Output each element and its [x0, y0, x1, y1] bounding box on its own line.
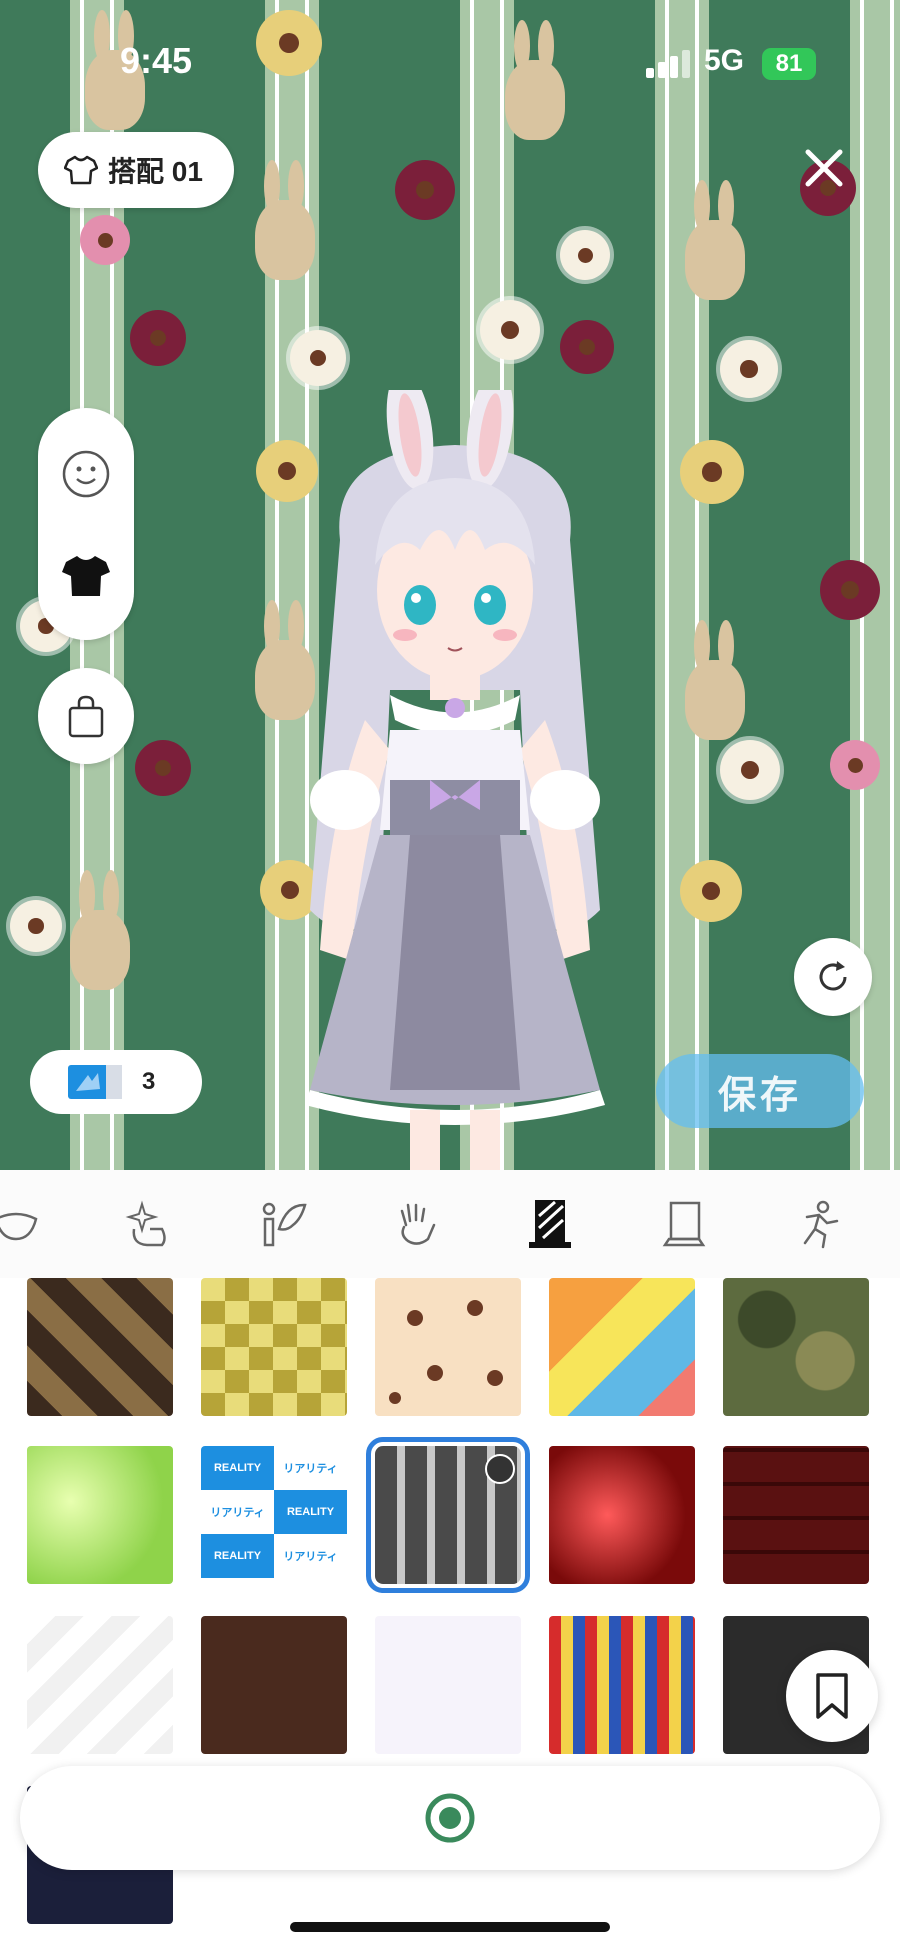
outfit-label: 搭配 01	[108, 156, 203, 187]
flower-decoration	[680, 860, 742, 922]
grid-item-bunny-stripes[interactable]	[366, 1437, 530, 1593]
grid-item-circus-stripes[interactable]	[549, 1616, 695, 1754]
signal-icon	[646, 50, 690, 78]
side-menu	[38, 408, 134, 640]
grid-item-green-bokeh[interactable]	[27, 1446, 173, 1584]
flower-decoration	[720, 340, 778, 398]
reality-label: REALITY	[201, 1534, 274, 1578]
close-icon	[805, 149, 843, 187]
bunny-decoration	[250, 160, 320, 280]
flower-decoration	[395, 160, 455, 220]
paw-icon	[389, 1300, 503, 1404]
hand-icon	[400, 1203, 436, 1245]
record-icon[interactable]	[424, 1792, 476, 1844]
flower-decoration	[560, 230, 610, 280]
flower-decoration	[290, 330, 346, 386]
battery-indicator: 81	[762, 48, 816, 80]
avatar-character	[305, 390, 605, 1170]
flower-decoration	[135, 740, 191, 796]
ticket-icon	[68, 1065, 122, 1099]
wings-icon	[262, 1202, 307, 1247]
bunny-decoration	[680, 620, 750, 740]
grid-item-dark-frames[interactable]	[723, 1446, 869, 1584]
flower-decoration	[720, 740, 780, 800]
tab-wings[interactable]	[250, 1192, 314, 1256]
grid-item-red-bokeh[interactable]	[549, 1446, 695, 1584]
rotate-button[interactable]	[794, 938, 872, 1016]
flower-decoration	[680, 440, 744, 504]
grid-item-medical[interactable]	[27, 1616, 173, 1754]
network-label: 5G	[704, 44, 745, 77]
reality-label: リアリティ	[283, 1463, 338, 1475]
shirt-icon	[62, 556, 110, 596]
sparkle-hand-icon	[125, 1200, 166, 1247]
bookmark-icon	[816, 1673, 848, 1719]
reality-label: リアリティ	[210, 1507, 265, 1519]
grid-item-argyle[interactable]	[27, 1278, 173, 1416]
pose-icon	[803, 1200, 839, 1249]
flower-decoration	[830, 740, 880, 790]
clothing-button[interactable]	[38, 528, 134, 624]
mouth-icon	[0, 1212, 38, 1241]
bookmark-button[interactable]	[786, 1650, 878, 1742]
tab-background[interactable]	[518, 1192, 582, 1256]
grid-item-reality-logo[interactable]: REALITY リアリティ リアリティ REALITY REALITY リアリテ…	[201, 1446, 347, 1584]
grid-item-triangles[interactable]	[549, 1278, 695, 1416]
face-button[interactable]	[38, 426, 134, 522]
shirt-icon	[64, 155, 98, 185]
status-bar: 9:45 5G 81	[0, 0, 900, 120]
ticket-counter[interactable]: 3	[30, 1050, 202, 1114]
stand-icon	[662, 1201, 706, 1247]
tab-effect[interactable]	[115, 1192, 179, 1256]
flower-decoration	[560, 320, 614, 374]
category-tabs	[0, 1170, 900, 1279]
close-button[interactable]	[796, 140, 852, 196]
flower-decoration	[10, 900, 62, 952]
flower-decoration	[80, 215, 130, 265]
tab-hand[interactable]	[385, 1192, 449, 1256]
grid-item-paw-prints[interactable]	[375, 1278, 521, 1416]
shop-button[interactable]	[38, 668, 134, 764]
smiley-icon	[62, 450, 110, 498]
tab-stand[interactable]	[652, 1192, 716, 1256]
background-icon	[529, 1200, 571, 1248]
reality-label: リアリティ	[283, 1551, 338, 1563]
grid-item-camouflage[interactable]	[723, 1278, 869, 1416]
outfit-selector[interactable]: 搭配 01	[38, 132, 234, 208]
grid-item-curio-shelf[interactable]	[201, 1616, 347, 1754]
bottom-action-bar	[20, 1766, 880, 1870]
reality-label: REALITY	[274, 1490, 347, 1534]
tab-face[interactable]	[0, 1192, 48, 1256]
flower-decoration	[130, 310, 186, 366]
rotate-icon	[819, 961, 847, 991]
save-button[interactable]: 保存	[656, 1054, 864, 1128]
shopping-bag-icon	[68, 695, 104, 738]
camera-icon	[485, 1454, 515, 1484]
bunny-decoration	[680, 180, 750, 300]
status-time: 9:45	[120, 40, 193, 81]
grid-item-yellow-check[interactable]	[201, 1278, 347, 1416]
flower-decoration	[820, 560, 880, 620]
reality-label: REALITY	[201, 1446, 274, 1490]
grid-item-game-pastel[interactable]	[375, 1616, 521, 1754]
ticket-count: 3	[142, 1068, 156, 1095]
battery-level: 81	[775, 50, 803, 77]
tab-pose[interactable]	[786, 1192, 850, 1256]
home-indicator	[290, 1922, 610, 1932]
bunny-decoration	[65, 870, 135, 990]
flower-decoration	[480, 300, 540, 360]
